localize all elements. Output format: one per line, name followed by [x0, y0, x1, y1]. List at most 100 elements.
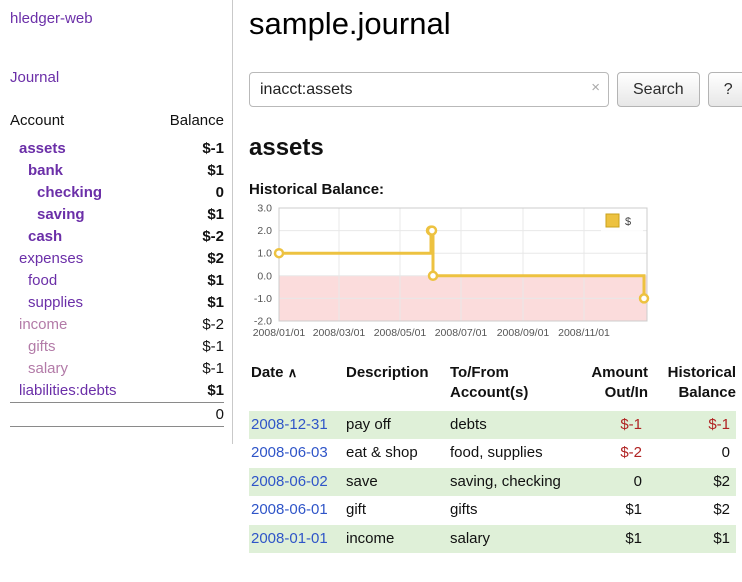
- svg-text:2008/05/01: 2008/05/01: [374, 327, 427, 339]
- amount-cell: $1: [572, 496, 648, 525]
- account-link[interactable]: liabilities:debts: [19, 382, 117, 399]
- account-link[interactable]: cash: [28, 228, 62, 245]
- account-link[interactable]: saving: [37, 206, 85, 223]
- description-cell: eat & shop: [346, 439, 450, 468]
- account-balance: $1: [152, 292, 224, 314]
- svg-text:2008/09/01: 2008/09/01: [497, 327, 550, 339]
- svg-text:0.0: 0.0: [257, 270, 272, 282]
- account-row: bank $1: [10, 160, 224, 182]
- account-row: liabilities:debts $1: [10, 380, 224, 403]
- page-title: sample.journal: [249, 6, 742, 42]
- account-row: income $-2: [10, 314, 224, 336]
- accounts-total-spacer: [10, 403, 152, 427]
- register-row: 2008-06-02savesaving, checking0$2: [249, 468, 736, 497]
- account-row: food $1: [10, 270, 224, 292]
- account-balance: $-2: [152, 226, 224, 248]
- description-cell: save: [346, 468, 450, 497]
- svg-text:1.0: 1.0: [257, 248, 272, 260]
- accounts-cell: gifts: [450, 496, 572, 525]
- amount-cell: $-2: [572, 439, 648, 468]
- date-link[interactable]: 2008-12-31: [251, 416, 328, 433]
- accounts-cell: saving, checking: [450, 468, 572, 497]
- svg-text:3.0: 3.0: [257, 203, 272, 215]
- description-cell: income: [346, 525, 450, 554]
- app-title-link[interactable]: hledger-web: [10, 10, 224, 27]
- accounts-table: Account Balance assets $-1 bank $1 checking 0…: [10, 110, 224, 427]
- svg-text:2008/07/01: 2008/07/01: [435, 327, 488, 339]
- help-button[interactable]: ?: [708, 72, 742, 107]
- register-header-date[interactable]: Date ∧: [249, 361, 346, 411]
- date-link[interactable]: 2008-01-01: [251, 530, 328, 547]
- historical-balance-chart: 3.02.01.00.0-1.0-2.02008/01/012008/03/01…: [249, 203, 742, 347]
- accounts-total-row: 0: [10, 403, 224, 427]
- balance-cell: $2: [648, 496, 736, 525]
- account-link[interactable]: salary: [28, 360, 68, 377]
- account-row: salary $-1: [10, 358, 224, 380]
- nav-journal-link[interactable]: Journal: [10, 69, 224, 86]
- svg-text:$: $: [625, 216, 631, 228]
- account-balance: $1: [152, 380, 224, 403]
- account-link[interactable]: gifts: [28, 338, 56, 355]
- register-table: Date ∧ Description To/From Account(s) Am…: [249, 361, 736, 553]
- account-balance: $1: [152, 270, 224, 292]
- account-row: saving$1: [10, 204, 224, 226]
- register-header-amount: Amount Out/In: [572, 361, 648, 411]
- account-link[interactable]: assets: [19, 140, 66, 157]
- accounts-cell: salary: [450, 525, 572, 554]
- register-header-accounts: To/From Account(s): [450, 361, 572, 411]
- amount-cell: $-1: [572, 411, 648, 440]
- sort-asc-icon: ∧: [288, 365, 298, 380]
- account-link[interactable]: checking: [37, 184, 102, 201]
- account-link[interactable]: bank: [28, 162, 63, 179]
- accounts-header-row: Account Balance: [10, 110, 224, 138]
- main-content: sample.journal × Search ? assets Histori…: [233, 0, 742, 553]
- date-link[interactable]: 2008-06-03: [251, 444, 328, 461]
- balance-cell: $2: [648, 468, 736, 497]
- balance-cell: 0: [648, 439, 736, 468]
- svg-text:-1.0: -1.0: [254, 293, 272, 305]
- accounts-header-balance: Balance: [152, 110, 224, 138]
- account-link[interactable]: expenses: [19, 250, 83, 267]
- register-row: 2008-06-01 giftgifts$1$2: [249, 496, 736, 525]
- accounts-cell: debts: [450, 411, 572, 440]
- account-balance: $-2: [152, 314, 224, 336]
- account-balance: $1: [152, 160, 224, 182]
- date-link[interactable]: 2008-06-01: [251, 501, 328, 518]
- account-row: gifts $-1: [10, 336, 224, 358]
- balance-cell: $-1: [648, 411, 736, 440]
- description-cell: gift: [346, 496, 450, 525]
- search-input[interactable]: [249, 72, 609, 107]
- search-button[interactable]: Search: [617, 72, 700, 107]
- account-balance: $-1: [152, 138, 224, 160]
- register-header-date-label: Date: [251, 364, 284, 381]
- account-link[interactable]: income: [19, 316, 67, 333]
- register-header-description: Description: [346, 361, 450, 411]
- accounts-header-account: Account: [10, 110, 152, 138]
- account-row: cash $-2: [10, 226, 224, 248]
- account-balance: 0: [152, 182, 224, 204]
- account-balance: $-1: [152, 358, 224, 380]
- search-bar: × Search ?: [249, 72, 742, 107]
- date-link[interactable]: 2008-06-02: [251, 473, 328, 490]
- account-row: assets $-1: [10, 138, 224, 160]
- account-balance: $2: [152, 248, 224, 270]
- amount-cell: $1: [572, 525, 648, 554]
- account-link[interactable]: food: [28, 272, 57, 289]
- chart-canvas: 3.02.01.00.0-1.0-2.02008/01/012008/03/01…: [249, 203, 653, 343]
- svg-text:-2.0: -2.0: [254, 316, 272, 328]
- account-link[interactable]: supplies: [28, 294, 83, 311]
- register-row: 2008-01-01incomesalary$1$1: [249, 525, 736, 554]
- svg-text:2008/01/01: 2008/01/01: [253, 327, 306, 339]
- clear-search-icon[interactable]: ×: [591, 80, 600, 95]
- register-header-row: Date ∧ Description To/From Account(s) Am…: [249, 361, 736, 411]
- account-row: checking 0: [10, 182, 224, 204]
- register-row: 2008-12-31pay offdebts$-1$-1: [249, 411, 736, 440]
- accounts-cell: food, supplies: [450, 439, 572, 468]
- search-box: ×: [249, 72, 609, 107]
- app-root: hledger-web Journal Account Balance asse…: [0, 0, 742, 553]
- svg-text:2.0: 2.0: [257, 225, 272, 237]
- section-title: assets: [249, 134, 742, 162]
- account-row: expenses $2: [10, 248, 224, 270]
- account-balance: $-1: [152, 336, 224, 358]
- account-row: supplies $1: [10, 292, 224, 314]
